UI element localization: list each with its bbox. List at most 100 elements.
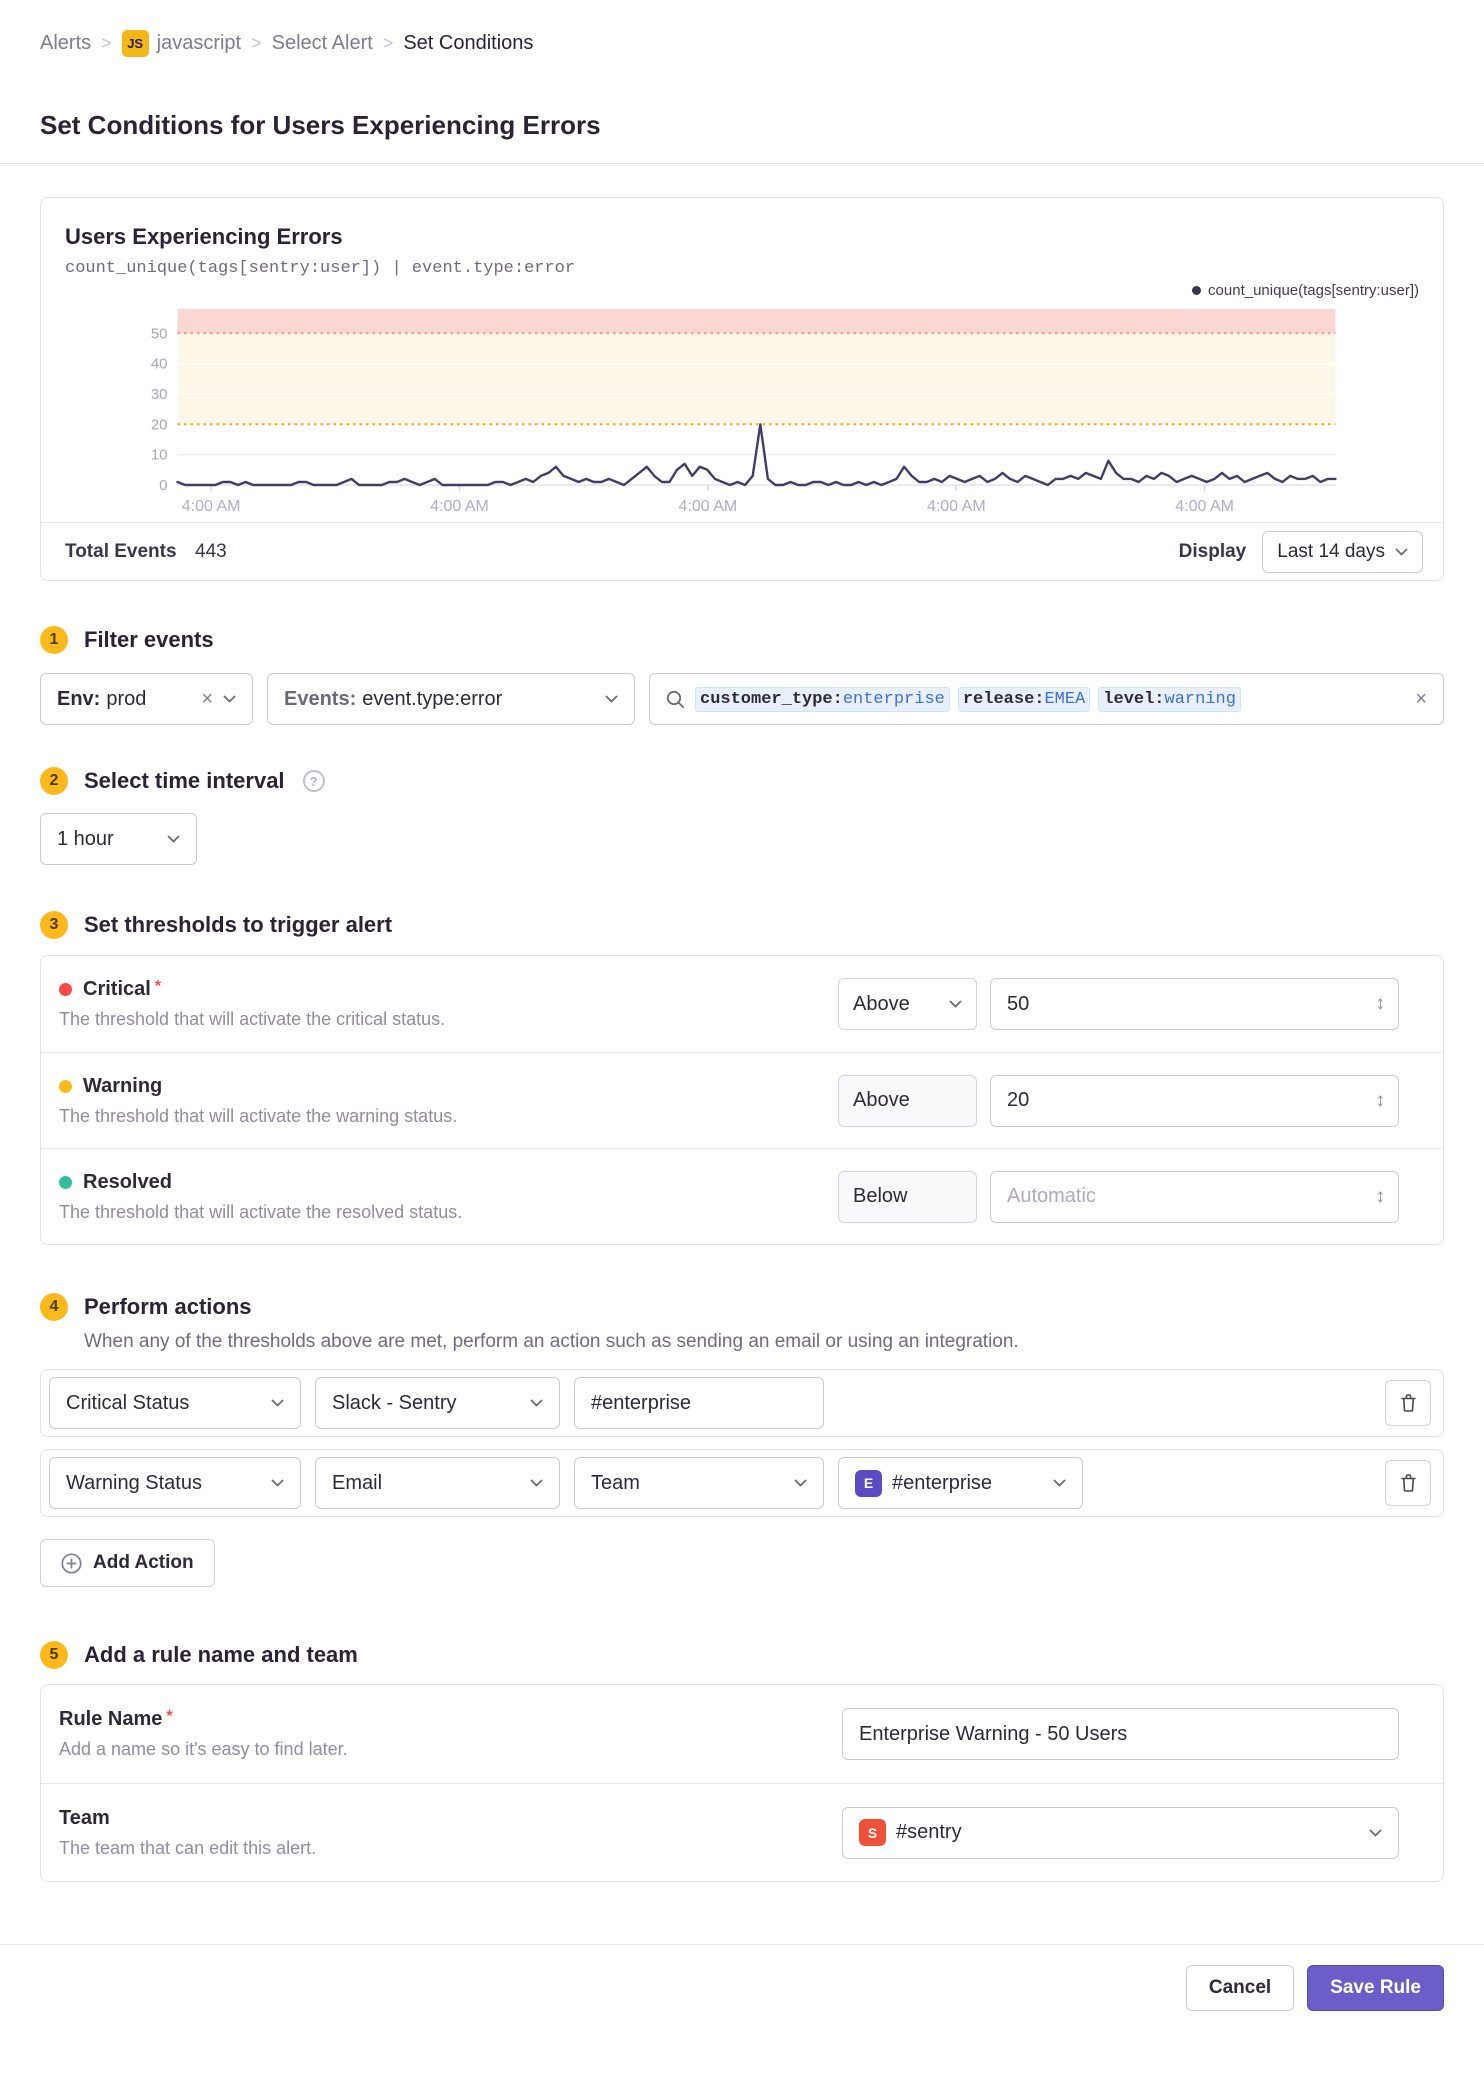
slack-channel-input[interactable] <box>574 1377 824 1429</box>
cancel-button[interactable]: Cancel <box>1185 1965 1295 2011</box>
thresholds-card: Critical * The threshold that will activa… <box>40 955 1444 1245</box>
svg-text:4:00 AM: 4:00 AM <box>679 498 738 515</box>
breadcrumb: Alerts > JS javascript > Select Alert > … <box>40 0 1444 57</box>
token-key: customer_type: <box>700 689 843 709</box>
svg-text:50: 50 <box>151 325 168 342</box>
display-label: Display <box>1178 540 1247 562</box>
rule-name-row: Rule Name * Add a name so it's easy to fi… <box>41 1685 1443 1783</box>
breadcrumb-separator: > <box>101 33 112 53</box>
chevron-down-icon <box>271 1479 284 1487</box>
svg-text:4:00 AM: 4:00 AM <box>1175 498 1234 515</box>
breadcrumb-alerts[interactable]: Alerts <box>40 32 91 55</box>
events-label: Events: <box>284 687 357 710</box>
help-icon[interactable]: ? <box>302 770 325 792</box>
environment-select[interactable]: Env: prod × <box>40 673 253 725</box>
section-rule-name: 5 Add a rule name and team <box>40 1641 1444 1669</box>
action-team-select[interactable]: E #enterprise <box>838 1457 1083 1509</box>
section-perform-actions: 4 Perform actions <box>40 1293 1444 1321</box>
legend-dot-icon <box>1192 286 1202 295</box>
critical-threshold-input[interactable] <box>990 978 1399 1030</box>
chart-card: Users Experiencing Errors count_unique(t… <box>40 197 1444 581</box>
total-events-value: 443 <box>195 540 227 562</box>
breadcrumb-project-label: javascript <box>156 32 242 54</box>
rule-card: Rule Name * Add a name so it's easy to fi… <box>40 1684 1444 1882</box>
rule-name-input[interactable] <box>842 1708 1399 1760</box>
action-service-select[interactable]: Slack - Sentry <box>315 1377 560 1429</box>
stepper-icon[interactable]: ↕ <box>1376 993 1386 1015</box>
event-types-select[interactable]: Events: event.type:error <box>267 673 635 725</box>
breadcrumb-project[interactable]: JS javascript <box>121 30 242 57</box>
step-2-badge: 2 <box>40 767 68 795</box>
stepper-icon[interactable]: ↕ <box>1376 1186 1386 1208</box>
token-value: enterprise <box>842 689 945 709</box>
chevron-down-icon <box>1395 547 1408 556</box>
search-token[interactable]: customer_type:enterprise <box>695 686 950 712</box>
chevron-down-icon <box>1369 1828 1382 1837</box>
critical-dot-icon <box>59 983 72 996</box>
required-asterisk: * <box>166 1708 173 1725</box>
critical-condition-select[interactable]: Above <box>838 978 977 1030</box>
delete-action-button[interactable] <box>1385 1460 1431 1506</box>
clear-env-icon[interactable]: × <box>201 689 213 709</box>
warning-condition-select: Above <box>838 1074 977 1127</box>
team-label: Team <box>59 1806 110 1829</box>
svg-text:10: 10 <box>151 447 168 464</box>
chevron-down-icon <box>605 695 618 703</box>
plus-circle-icon <box>61 1552 82 1574</box>
action-target-type-select[interactable]: Team <box>574 1457 824 1509</box>
footer-actions: Cancel Save Rule <box>40 1965 1444 2051</box>
sentry-team-avatar: S <box>859 1819 886 1846</box>
thresholds-title: Set thresholds to trigger alert <box>84 912 393 937</box>
chart-plot-area: 0 10 20 30 40 50 4:00 AM 4:00 AM 4:00 AM 4:00 AM 4… <box>41 301 1443 522</box>
section-filter-events: 1 Filter events <box>40 626 1444 654</box>
step-1-badge: 1 <box>40 626 68 654</box>
save-rule-button[interactable]: Save Rule <box>1307 1965 1444 2011</box>
delete-action-button[interactable] <box>1385 1380 1431 1426</box>
resolved-description: The threshold that will activate the res… <box>59 1201 463 1222</box>
critical-description: The threshold that will activate the cri… <box>59 1009 446 1029</box>
display-period-value: Last 14 days <box>1277 540 1385 562</box>
critical-label: Critical * <box>83 978 162 1000</box>
add-action-label: Add Action <box>93 1552 194 1573</box>
clear-search-icon[interactable]: × <box>1415 689 1427 709</box>
search-token[interactable]: level:warning <box>1098 686 1241 712</box>
search-token-list: customer_type:enterprise release:EMEA le… <box>695 686 1405 712</box>
add-action-button[interactable]: Add Action <box>40 1539 215 1587</box>
page-title: Set Conditions for Users Experiencing Er… <box>40 110 601 140</box>
warning-threshold-row: Warning The threshold that will activate… <box>41 1052 1443 1148</box>
stepper-icon[interactable]: ↕ <box>1376 1090 1386 1112</box>
action-service-select[interactable]: Email <box>315 1457 560 1509</box>
event-filter-search-input[interactable]: customer_type:enterprise release:EMEA le… <box>649 673 1444 725</box>
display-period-select[interactable]: Last 14 days <box>1262 530 1423 573</box>
action-team-value: #enterprise <box>892 1471 993 1494</box>
resolved-condition-select: Below <box>838 1170 977 1223</box>
chart-footer: Total Events 443 Display Last 14 days <box>41 522 1443 580</box>
perform-actions-description: When any of the thresholds above are met… <box>84 1331 1019 1352</box>
step-3-badge: 3 <box>40 911 68 939</box>
chart-title: Users Experiencing Errors <box>65 224 343 249</box>
resolved-threshold-input[interactable] <box>990 1170 1399 1223</box>
time-interval-select[interactable]: 1 hour <box>40 813 197 865</box>
trash-icon <box>1400 1474 1416 1492</box>
svg-text:40: 40 <box>151 356 168 373</box>
action-status-select[interactable]: Critical Status <box>49 1377 301 1429</box>
rule-team-select[interactable]: S #sentry <box>842 1806 1399 1859</box>
warning-threshold-input[interactable] <box>990 1074 1399 1127</box>
warning-description: The threshold that will activate the war… <box>59 1105 458 1126</box>
step-4-badge: 4 <box>40 1293 68 1321</box>
action-status-select[interactable]: Warning Status <box>49 1457 301 1509</box>
search-token[interactable]: release:EMEA <box>957 686 1091 712</box>
breadcrumb-select-alert[interactable]: Select Alert <box>272 32 373 55</box>
legend-label: count_unique(tags[sentry:user]) <box>1208 282 1419 299</box>
action-row-critical: Critical Status Slack - Sentry <box>40 1369 1444 1437</box>
chevron-down-icon <box>1053 1479 1066 1487</box>
step-5-badge: 5 <box>40 1641 68 1669</box>
rule-team-value: #sentry <box>896 1821 962 1843</box>
svg-text:0: 0 <box>159 477 167 494</box>
svg-text:4:00 AM: 4:00 AM <box>182 498 241 515</box>
token-value: warning <box>1164 689 1236 709</box>
header-divider <box>0 163 1484 164</box>
action-target-type-value: Team <box>591 1471 640 1494</box>
time-interval-value: 1 hour <box>57 827 114 850</box>
rule-name-label: Rule Name * <box>59 1708 173 1730</box>
